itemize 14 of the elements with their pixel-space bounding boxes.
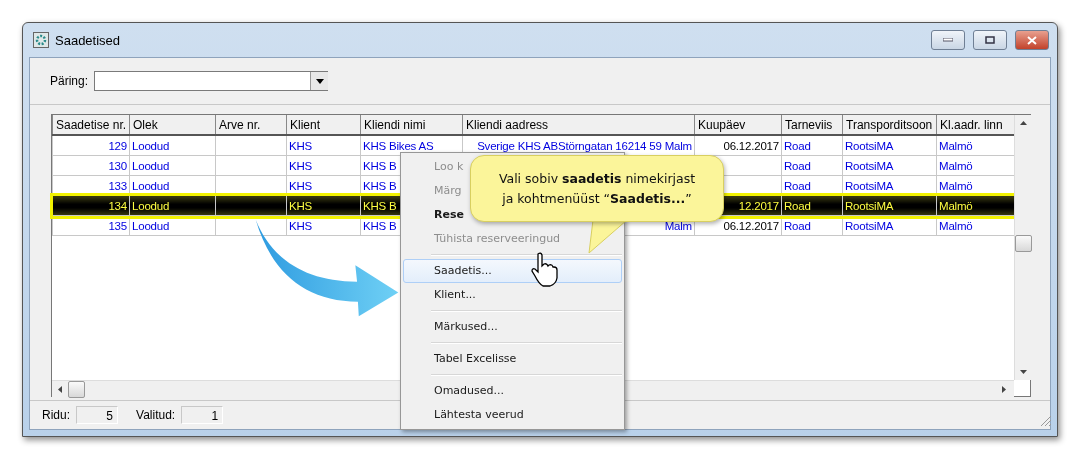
table-cell: Loodud xyxy=(129,195,216,216)
table-cell: 130 xyxy=(52,155,130,176)
table-cell: RootsiMA xyxy=(842,195,937,216)
rows-label: Ridu: xyxy=(42,408,70,422)
table-cell: KHS xyxy=(286,195,361,216)
table-cell: 134 xyxy=(52,195,130,216)
rows-count: 5 xyxy=(76,406,118,424)
table-cell: Malmö xyxy=(936,195,1015,216)
query-label: Päring: xyxy=(50,74,89,88)
window-title: Saadetised xyxy=(55,32,122,48)
table-cell: 129 xyxy=(52,135,130,156)
selected-count: 1 xyxy=(181,406,224,424)
table-cell: Road xyxy=(781,195,843,216)
selected-label: Valitud: xyxy=(136,408,176,422)
